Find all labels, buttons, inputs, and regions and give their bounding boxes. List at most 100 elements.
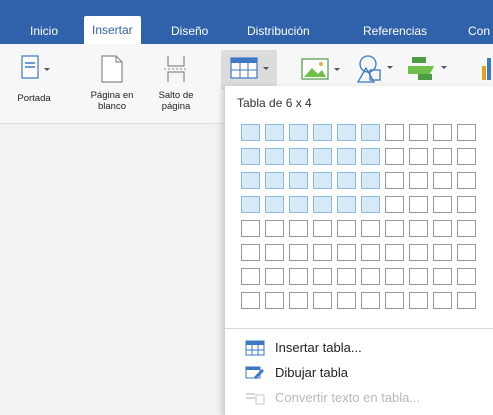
table-grid-cell[interactable] xyxy=(385,292,404,309)
table-grid-cell[interactable] xyxy=(313,244,332,261)
table-grid-cell[interactable] xyxy=(289,148,308,165)
table-grid-cell[interactable] xyxy=(433,124,452,141)
menu-separator xyxy=(225,328,493,329)
table-grid-cell[interactable] xyxy=(289,220,308,237)
table-grid-cell[interactable] xyxy=(385,220,404,237)
table-grid-cell[interactable] xyxy=(265,220,284,237)
table-grid-cell[interactable] xyxy=(433,268,452,285)
table-grid-cell[interactable] xyxy=(241,196,260,213)
table-grid-cell[interactable] xyxy=(337,172,356,189)
table-grid-cell[interactable] xyxy=(337,268,356,285)
tab-diseno[interactable]: Diseño xyxy=(163,18,216,44)
table-grid-cell[interactable] xyxy=(313,220,332,237)
blank-page-button[interactable] xyxy=(96,54,128,90)
shapes-button[interactable] xyxy=(350,54,394,86)
tab-referencias[interactable]: Referencias xyxy=(355,18,435,44)
table-grid-cell[interactable] xyxy=(313,148,332,165)
table-grid-cell[interactable] xyxy=(361,196,380,213)
table-grid-cell[interactable] xyxy=(265,172,284,189)
table-grid-cell[interactable] xyxy=(337,244,356,261)
table-grid-cell[interactable] xyxy=(265,292,284,309)
table-grid-cell[interactable] xyxy=(457,172,476,189)
table-grid-cell[interactable] xyxy=(313,268,332,285)
table-button[interactable] xyxy=(221,50,277,90)
table-grid-cell[interactable] xyxy=(289,292,308,309)
table-grid-cell[interactable] xyxy=(337,220,356,237)
table-grid-cell[interactable] xyxy=(457,196,476,213)
table-grid-cell[interactable] xyxy=(409,244,428,261)
table-grid-cell[interactable] xyxy=(241,268,260,285)
table-grid-cell[interactable] xyxy=(385,268,404,285)
table-grid-cell[interactable] xyxy=(241,124,260,141)
table-grid-cell[interactable] xyxy=(313,172,332,189)
table-grid-cell[interactable] xyxy=(409,268,428,285)
table-grid-cell[interactable] xyxy=(361,124,380,141)
table-grid-cell[interactable] xyxy=(361,220,380,237)
table-grid-cell[interactable] xyxy=(361,148,380,165)
table-grid-cell[interactable] xyxy=(265,148,284,165)
table-grid-cell[interactable] xyxy=(241,148,260,165)
table-grid-cell[interactable] xyxy=(289,196,308,213)
table-grid-cell[interactable] xyxy=(337,148,356,165)
table-grid-cell[interactable] xyxy=(457,148,476,165)
table-grid-cell[interactable] xyxy=(265,124,284,141)
table-grid-cell[interactable] xyxy=(385,124,404,141)
table-grid-cell[interactable] xyxy=(289,268,308,285)
table-grid-cell[interactable] xyxy=(457,268,476,285)
tab-distribucion[interactable]: Distribución xyxy=(239,18,318,44)
cover-page-button[interactable] xyxy=(14,54,54,90)
table-grid-cell[interactable] xyxy=(433,292,452,309)
tab-correspondencia[interactable]: Con xyxy=(460,18,493,44)
table-grid-cell[interactable] xyxy=(409,124,428,141)
table-grid-cell[interactable] xyxy=(409,148,428,165)
table-grid-cell[interactable] xyxy=(361,172,380,189)
table-grid-cell[interactable] xyxy=(313,292,332,309)
insert-table-menu-item[interactable]: Insertar tabla... xyxy=(245,338,485,358)
table-grid-cell[interactable] xyxy=(457,244,476,261)
smartart-button[interactable] xyxy=(404,54,448,86)
table-grid-cell[interactable] xyxy=(385,148,404,165)
draw-table-menu-item[interactable]: Dibujar tabla xyxy=(245,363,485,383)
document-canvas[interactable] xyxy=(0,124,224,415)
table-grid-cell[interactable] xyxy=(433,244,452,261)
table-grid-cell[interactable] xyxy=(385,172,404,189)
table-grid-cell[interactable] xyxy=(241,220,260,237)
table-grid-cell[interactable] xyxy=(337,196,356,213)
table-grid-cell[interactable] xyxy=(409,292,428,309)
table-grid-cell[interactable] xyxy=(313,124,332,141)
table-grid-cell[interactable] xyxy=(241,244,260,261)
table-grid-cell[interactable] xyxy=(457,292,476,309)
page-break-button[interactable] xyxy=(160,54,192,90)
table-grid-cell[interactable] xyxy=(457,124,476,141)
table-grid-cell[interactable] xyxy=(361,292,380,309)
table-grid-cell[interactable] xyxy=(409,172,428,189)
table-grid-cell[interactable] xyxy=(337,292,356,309)
table-grid-cell[interactable] xyxy=(457,220,476,237)
chart-button[interactable] xyxy=(480,54,493,86)
table-grid-cell[interactable] xyxy=(313,196,332,213)
tab-insertar[interactable]: Insertar xyxy=(84,16,141,44)
table-grid-cell[interactable] xyxy=(265,244,284,261)
table-grid-cell[interactable] xyxy=(337,124,356,141)
table-grid-cell[interactable] xyxy=(361,268,380,285)
table-grid-cell[interactable] xyxy=(409,196,428,213)
blank-page-label: Página en blanco xyxy=(90,90,134,112)
table-grid-cell[interactable] xyxy=(385,196,404,213)
table-grid-cell[interactable] xyxy=(289,244,308,261)
picture-button[interactable] xyxy=(298,56,342,84)
table-grid-cell[interactable] xyxy=(361,244,380,261)
table-grid-cell[interactable] xyxy=(385,244,404,261)
table-grid-cell[interactable] xyxy=(265,268,284,285)
cover-page-label: Portada xyxy=(17,93,51,104)
table-grid-cell[interactable] xyxy=(433,148,452,165)
table-grid-cell[interactable] xyxy=(409,220,428,237)
table-grid-cell[interactable] xyxy=(289,124,308,141)
table-grid-cell[interactable] xyxy=(241,292,260,309)
table-grid-cell[interactable] xyxy=(241,172,260,189)
table-grid-cell[interactable] xyxy=(433,196,452,213)
tab-inicio[interactable]: Inicio xyxy=(22,18,66,44)
table-grid-cell[interactable] xyxy=(433,172,452,189)
table-grid-cell[interactable] xyxy=(289,172,308,189)
table-grid-cell[interactable] xyxy=(433,220,452,237)
table-grid-cell[interactable] xyxy=(265,196,284,213)
